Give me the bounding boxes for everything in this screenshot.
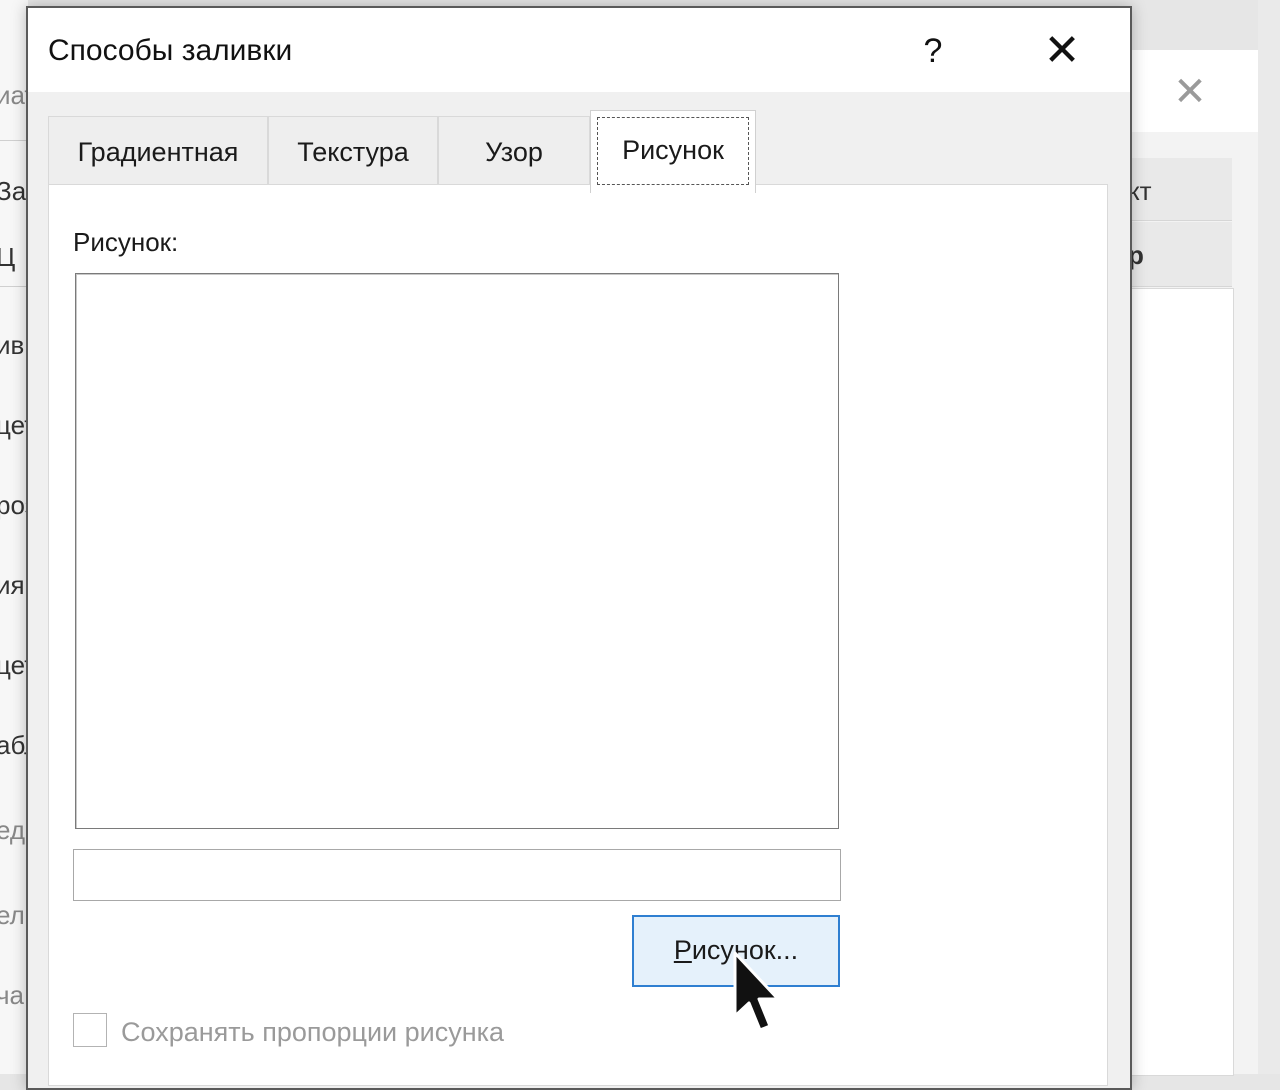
bg-fragment: За — [0, 176, 27, 206]
tab-pattern[interactable]: Узор — [438, 116, 590, 187]
background-panel — [1128, 288, 1234, 1076]
tab-texture[interactable]: Текстура — [268, 116, 438, 187]
tab-label: Рисунок — [622, 135, 724, 165]
picture-tab-panel: Рисунок: Рисунок... Сохранять пропорции … — [48, 184, 1108, 1086]
picture-label: Рисунок: — [73, 227, 179, 257]
tab-label: Градиентная — [77, 137, 239, 167]
mnemonic-letter: Р — [673, 935, 692, 965]
background-row: кт — [1128, 158, 1232, 221]
picture-preview — [75, 273, 839, 829]
bg-fragment: роз — [0, 490, 28, 520]
divider — [0, 286, 28, 287]
bg-fragment: цет — [0, 410, 28, 440]
button-label: исунок... — [691, 935, 799, 965]
dialog-titlebar: Способы заливки ? ✕ — [28, 8, 1130, 92]
tab-label: Узор — [485, 137, 543, 167]
tab-gradient[interactable]: Градиентная — [48, 116, 268, 187]
desktop-background — [1258, 0, 1280, 1074]
dialog-title: Способы заливки — [48, 34, 293, 67]
bg-fragment: цет — [0, 650, 28, 680]
help-button[interactable]: ? — [908, 26, 958, 76]
background-window-left-edge: иат За Ц ивı цет роз ия цет абл ед елı ч… — [0, 0, 28, 1074]
tab-label: Текстура — [297, 137, 409, 167]
divider — [0, 140, 28, 141]
picture-filename-field[interactable] — [73, 849, 841, 901]
bg-fragment: ивı — [0, 330, 28, 360]
tab-picture[interactable]: Рисунок — [590, 110, 756, 193]
background-row: р — [1128, 222, 1232, 287]
select-picture-button[interactable]: Рисунок... — [632, 915, 840, 987]
lock-aspect-ratio-checkbox[interactable] — [73, 1013, 107, 1047]
background-dialog: ✕ кт р — [1128, 50, 1259, 1076]
bg-fragment: елı — [0, 900, 28, 930]
bg-fragment: ед — [0, 815, 26, 845]
bg-fragment: ча — [0, 980, 25, 1010]
bg-fragment: абл — [0, 730, 28, 760]
bg-fragment: Ц — [0, 242, 16, 272]
fill-effects-dialog: Способы заливки ? ✕ Градиентная Текстура… — [26, 6, 1132, 1090]
close-button[interactable]: ✕ — [1034, 26, 1090, 76]
bg-fragment: иат — [0, 80, 28, 110]
background-close-icon[interactable]: ✕ — [1170, 72, 1210, 112]
background-dialog-titlebar: ✕ — [1128, 50, 1258, 132]
lock-aspect-ratio-label: Сохранять пропорции рисунка — [121, 1017, 505, 1047]
bg-fragment: ия — [0, 570, 25, 600]
